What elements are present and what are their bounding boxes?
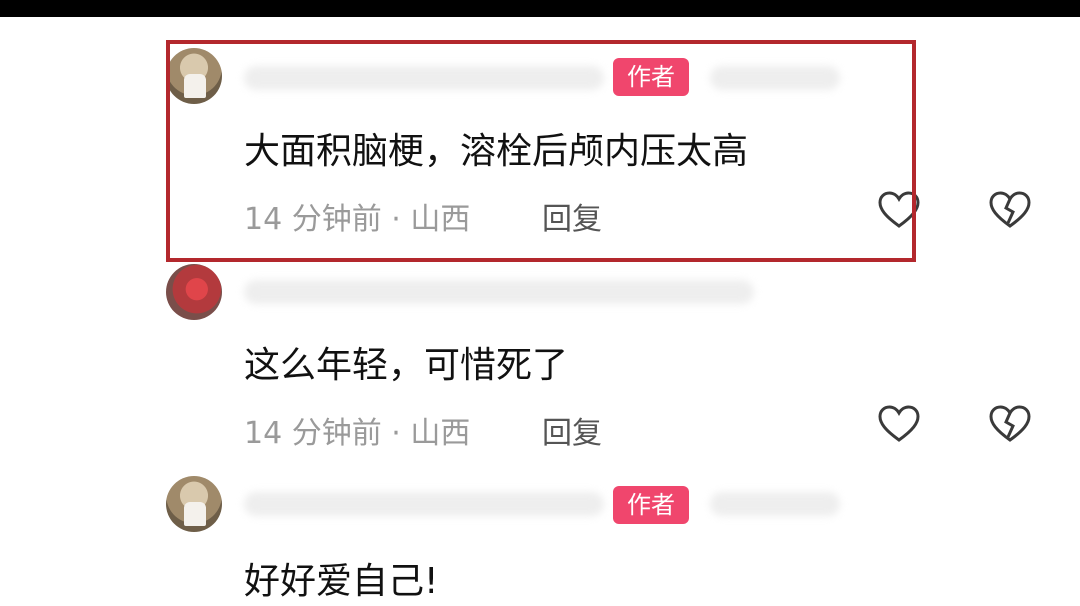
highlight-frame: [166, 40, 916, 262]
username-blurred-extra: [710, 492, 840, 516]
comment-text: 好好爱自己!: [244, 561, 439, 602]
comment-text: 这么年轻，可惜死了: [244, 345, 569, 386]
broken-heart-icon[interactable]: [988, 404, 1032, 444]
username-blurred[interactable]: [244, 280, 754, 304]
broken-heart-icon[interactable]: [988, 190, 1032, 230]
avatar[interactable]: [166, 264, 222, 320]
comment-meta: 14 分钟前 · 山西: [244, 416, 471, 451]
heart-outline-icon[interactable]: [877, 404, 921, 444]
username-blurred[interactable]: [244, 492, 604, 516]
author-badge: 作者: [613, 486, 689, 524]
reply-button[interactable]: 回复: [542, 408, 602, 452]
avatar[interactable]: [166, 476, 222, 532]
top-bar: [0, 0, 1080, 17]
